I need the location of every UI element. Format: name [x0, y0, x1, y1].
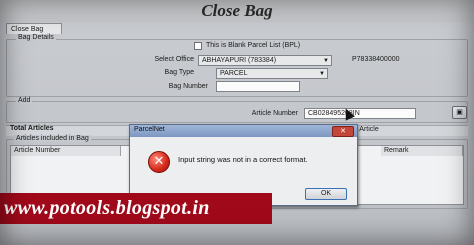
chevron-down-icon: ▼	[323, 58, 329, 64]
close-icon[interactable]: ✕	[332, 126, 354, 137]
close-bag-screen: Close Bag Close Bag Bag Details This is …	[0, 0, 474, 245]
bag-number-label: Bag Number	[168, 83, 208, 90]
tab-close-bag[interactable]: Close Bag	[6, 23, 62, 34]
bag-type-value: PARCEL	[220, 70, 248, 77]
blank-parcel-checkbox[interactable]	[194, 42, 202, 50]
bag-number-input[interactable]	[216, 81, 300, 92]
watermark-text: www.potools.blogspot.in	[4, 197, 210, 219]
x-mark-icon: ✕	[153, 154, 165, 169]
office-code: P78338400000	[352, 56, 400, 63]
bag-type-select[interactable]: PARCEL ▼	[216, 68, 328, 79]
bag-details-legend: Bag Details	[16, 34, 56, 41]
error-icon: ✕	[148, 151, 170, 173]
office-select-value: ABHAYAPURI (783384)	[202, 57, 277, 64]
column-header-article-number[interactable]: Article Number	[11, 146, 121, 156]
blank-parcel-label: This is Blank Parcel List (BPL)	[206, 42, 301, 49]
total-articles-label: Total Articles	[10, 125, 54, 132]
bag-type-label: Bag Type	[164, 69, 194, 76]
add-article-button[interactable]: ▣	[452, 106, 467, 119]
article-number-label: Article Number	[251, 110, 298, 117]
articles-included-legend: Articles included in Bag	[14, 135, 91, 142]
add-legend: Add	[16, 97, 33, 104]
dialog-message: Input string was not in a correct format…	[178, 155, 308, 164]
office-select[interactable]: ABHAYAPURI (783384) ▼	[198, 55, 332, 66]
chevron-down-icon: ▼	[319, 71, 325, 77]
article-number-input[interactable]: CB028495268IN	[304, 108, 416, 119]
column-header-remark[interactable]: Remark	[381, 146, 463, 156]
page-title: Close Bag	[201, 1, 273, 20]
ok-button[interactable]: OK	[305, 188, 347, 200]
office-label: Select Office	[154, 56, 194, 63]
save-icon: ▣	[456, 109, 463, 116]
dialog-title: ParcelNet	[134, 126, 165, 133]
dialog-titlebar[interactable]: ParcelNet ✕	[130, 125, 357, 137]
